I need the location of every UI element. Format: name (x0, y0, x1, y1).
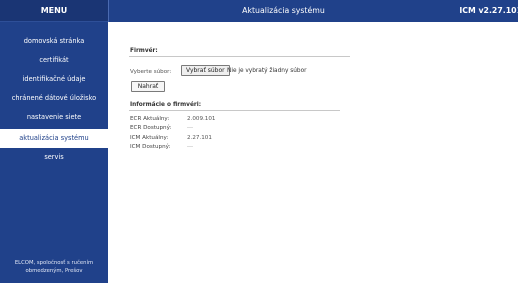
version-label: ICM v2.27.101 (459, 6, 518, 15)
file-status-text: Nie je vybratý žiadny súbor (227, 68, 307, 74)
sidebar-item-system-update[interactable]: aktualizácia systému (0, 129, 108, 148)
firmware-info-divider (129, 110, 340, 111)
sidebar-item-home[interactable]: domovská stránka (0, 32, 108, 51)
icm-available-label: ICM Dostupný: (130, 144, 171, 150)
sidebar-item-identification[interactable]: identifikačné údaje (0, 70, 108, 89)
ecr-current-label: ECR Aktuálny: (130, 116, 170, 122)
upload-button[interactable]: Nahrať (131, 81, 165, 92)
sidebar-item-service[interactable]: servis (0, 148, 108, 167)
icm-available-value: --- (187, 144, 194, 150)
firmware-info-section-title: Informácie o firmvéri: (130, 102, 202, 108)
sidebar-nav: domovská stránka certifikát identifikačn… (0, 22, 108, 167)
company-footer: ELCOM, spoločnosť s ručením obmedzeným, … (14, 260, 94, 274)
sidebar-item-certificate[interactable]: certifikát (0, 51, 108, 70)
main-content: Firmvér: Vyberte súbor: Vybrať súbor Nie… (108, 22, 518, 283)
ecr-current-value: 2.009.101 (187, 116, 216, 122)
select-file-label: Vyberte súbor: (130, 69, 172, 75)
sidebar: MENU domovská stránka certifikát identif… (0, 0, 108, 283)
ecr-available-label: ECR Dostupný: (130, 125, 172, 131)
page-title: Aktualizácia systému (242, 6, 325, 15)
firmware-section-title: Firmvér: (130, 48, 158, 54)
sidebar-item-network-settings[interactable]: nastavenie siete (0, 108, 108, 127)
firmware-divider (129, 56, 350, 57)
top-bar: Aktualizácia systému ICM v2.27.101 (108, 0, 518, 22)
sidebar-item-protected-storage[interactable]: chránené dátové úložisko (0, 89, 108, 108)
choose-file-button[interactable]: Vybrať súbor (181, 65, 230, 76)
menu-header: MENU (0, 0, 108, 22)
icm-current-value: 2.27.101 (187, 135, 212, 141)
ecr-available-value: --- (187, 125, 194, 131)
icm-current-label: ICM Aktuálny: (130, 135, 169, 141)
